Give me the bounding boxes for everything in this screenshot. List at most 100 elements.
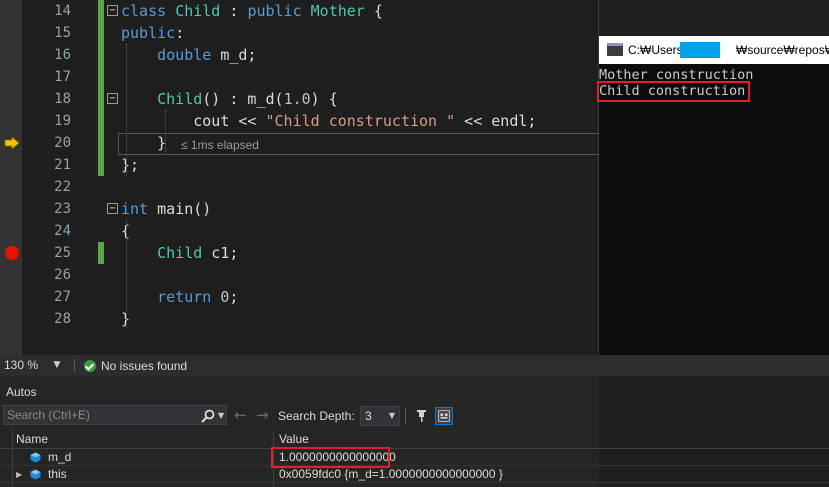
variable-value[interactable]: 0x0059fdc0 {m_d=1.0000000000000000 } bbox=[279, 466, 503, 483]
code-line[interactable]: 17 bbox=[0, 66, 599, 88]
highlight-box-value bbox=[271, 447, 390, 468]
perf-tip-text: ≤ 1ms elapsed bbox=[181, 138, 259, 152]
code-line[interactable]: 15 public: bbox=[0, 22, 599, 44]
code-line[interactable]: 18 Child() : m_d(1.0) {− bbox=[0, 88, 599, 110]
redaction-block bbox=[680, 42, 720, 58]
search-box[interactable]: ▼ bbox=[3, 405, 227, 425]
code-line[interactable]: 25 Child c1; bbox=[0, 242, 599, 264]
console-app-icon bbox=[607, 43, 623, 56]
code-token: public bbox=[121, 24, 176, 42]
chevron-down-icon[interactable]: ▼ bbox=[50, 359, 64, 372]
highlight-box-console bbox=[597, 81, 750, 102]
code-editor[interactable]: 14 class Child : public Mother {−15 public… bbox=[0, 0, 599, 355]
code-text: int main() bbox=[121, 198, 211, 220]
code-line[interactable]: 23 int main() − bbox=[0, 198, 599, 220]
code-text: double m_d; bbox=[121, 44, 256, 66]
line-number: 25 bbox=[54, 245, 71, 261]
search-icon[interactable] bbox=[201, 409, 215, 423]
code-token: double bbox=[157, 46, 212, 64]
perf-tip-box: ≤ 1ms elapsed bbox=[118, 133, 599, 155]
line-number: 17 bbox=[54, 69, 71, 85]
code-token: { bbox=[364, 2, 383, 20]
code-line[interactable]: 21}; bbox=[0, 154, 599, 176]
code-token: ) { bbox=[310, 90, 338, 108]
line-number: 14 bbox=[54, 3, 71, 19]
arrow-left-icon[interactable]: ← bbox=[234, 407, 247, 423]
issues-indicator[interactable]: No issues found bbox=[84, 355, 187, 376]
collapse-icon[interactable]: − bbox=[107, 93, 118, 104]
code-line[interactable]: 14 class Child : public Mother {− bbox=[0, 0, 599, 22]
code-token: 1.0 bbox=[283, 90, 311, 108]
table-row[interactable]: ▶ this 0x0059fdc0 {m_d=1.000000000000000… bbox=[0, 466, 829, 483]
change-tracking-bar bbox=[98, 0, 104, 176]
code-token: Child bbox=[157, 244, 203, 262]
indent-guide bbox=[126, 44, 127, 176]
collapse-icon[interactable]: − bbox=[107, 203, 118, 214]
hex-display-icon[interactable] bbox=[435, 407, 453, 425]
autos-toolbar: ▼ ← → Search Depth: 3 ▼ bbox=[0, 404, 829, 428]
field-icon bbox=[30, 452, 41, 463]
code-token: << endl; bbox=[455, 112, 537, 130]
editor-status-bar: 130 % ▼ No issues found bbox=[0, 355, 829, 376]
code-line[interactable]: 28} bbox=[0, 308, 599, 330]
arrow-right-icon[interactable]: → bbox=[256, 407, 269, 423]
field-icon bbox=[30, 469, 41, 480]
variable-name: m_d bbox=[48, 450, 72, 464]
column-header-name[interactable]: Name bbox=[16, 430, 48, 448]
console-window[interactable]: C:₩Users₩₩source₩repos₩MyP Mother constr… bbox=[597, 36, 829, 355]
line-number: 24 bbox=[54, 223, 71, 239]
code-token: c1; bbox=[202, 244, 239, 262]
search-depth-select[interactable]: 3 ▼ bbox=[360, 406, 400, 426]
divider bbox=[74, 359, 75, 372]
line-number: 19 bbox=[54, 113, 71, 129]
code-token: m_d; bbox=[211, 46, 257, 64]
console-title-end: ₩source₩repos₩MyP bbox=[736, 43, 829, 57]
code-line[interactable]: 19 cout << "Child construction " << endl… bbox=[0, 110, 599, 132]
autos-panel: Autos ▼ ← → Search Depth: 3 ▼ bbox=[0, 376, 829, 487]
code-token: public bbox=[247, 2, 302, 20]
search-input[interactable] bbox=[7, 406, 195, 424]
code-token: int bbox=[121, 200, 149, 218]
zoom-level[interactable]: 130 % bbox=[4, 355, 38, 376]
line-number: 28 bbox=[54, 311, 71, 327]
code-token: Child bbox=[175, 2, 221, 20]
line-number: 22 bbox=[54, 179, 71, 195]
column-header-value[interactable]: Value bbox=[279, 430, 309, 448]
line-number: 27 bbox=[54, 289, 71, 305]
code-line[interactable]: 22 bbox=[0, 176, 599, 198]
check-circle-icon bbox=[84, 359, 96, 372]
expand-arrow-icon[interactable]: ▶ bbox=[16, 466, 22, 483]
code-token: "Child construction " bbox=[265, 112, 456, 130]
code-line[interactable]: 16 double m_d; bbox=[0, 44, 599, 66]
code-token: : bbox=[220, 2, 248, 20]
line-number: 16 bbox=[54, 47, 71, 63]
pin-icon[interactable] bbox=[413, 407, 431, 425]
breakpoint-icon[interactable] bbox=[5, 246, 19, 260]
code-line[interactable]: 27 return 0; bbox=[0, 286, 599, 308]
code-token: : bbox=[175, 24, 185, 42]
divider bbox=[405, 408, 406, 424]
code-text: }; bbox=[121, 154, 139, 176]
code-line[interactable]: 24{ bbox=[0, 220, 599, 242]
panel-title: Autos bbox=[6, 385, 37, 399]
change-tracking-bar bbox=[98, 242, 104, 264]
collapse-icon[interactable]: − bbox=[107, 5, 118, 16]
console-titlebar[interactable]: C:₩Users₩₩source₩repos₩MyP bbox=[599, 36, 829, 64]
indent-guide bbox=[126, 220, 127, 330]
code-token: }; bbox=[121, 156, 140, 174]
chevron-down-icon: ▼ bbox=[388, 411, 395, 420]
table-row[interactable]: m_d 1.0000000000000000 bbox=[0, 449, 829, 466]
line-number: 26 bbox=[54, 267, 71, 283]
code-token: () : m_d( bbox=[202, 90, 284, 108]
code-text: class Child : public Mother { bbox=[121, 0, 383, 22]
current-statement-arrow-icon[interactable] bbox=[4, 137, 20, 149]
code-text: return 0; bbox=[121, 286, 238, 308]
console-title: C:₩Users₩₩source₩repos₩MyP bbox=[628, 36, 829, 64]
code-token: cout << bbox=[121, 112, 266, 130]
chevron-down-icon[interactable]: ▼ bbox=[218, 408, 224, 424]
code-line[interactable]: 26 bbox=[0, 264, 599, 286]
code-text: Child c1; bbox=[121, 242, 238, 264]
